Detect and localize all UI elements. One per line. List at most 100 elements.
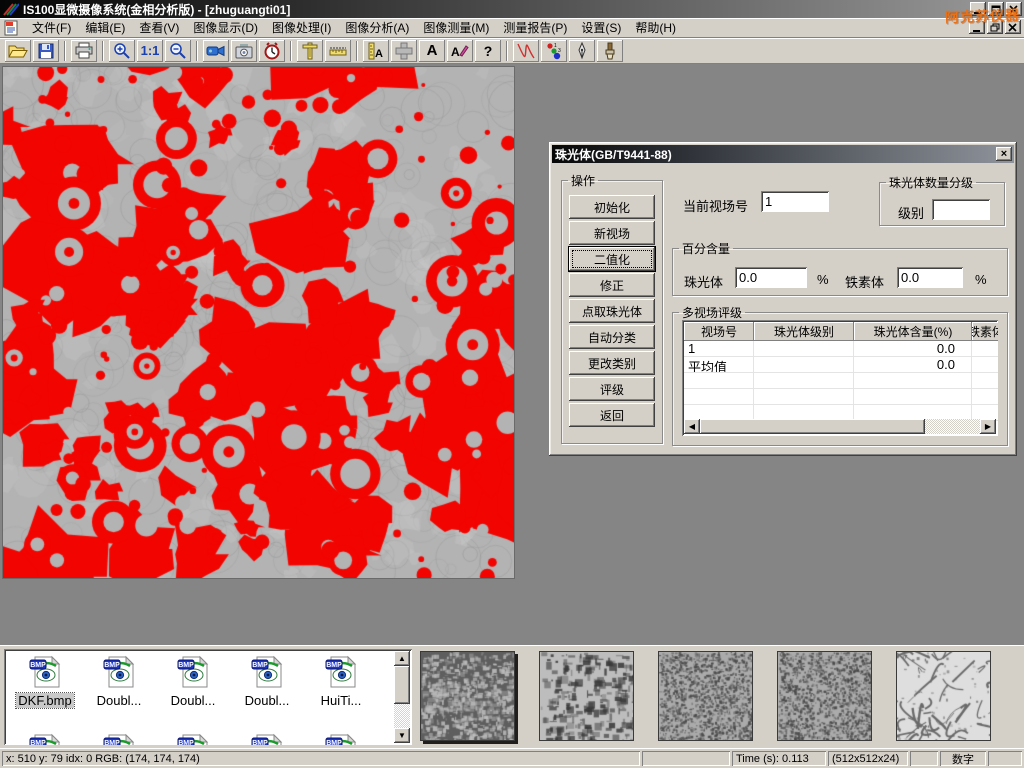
thumbnail-strip [420, 651, 991, 741]
binarize-button[interactable]: 二值化 [569, 247, 655, 271]
thumbnail-3[interactable] [658, 651, 753, 741]
dialog-close-icon[interactable]: × [996, 147, 1012, 161]
menu-image-analysis[interactable]: 图像分析(A) [338, 17, 416, 38]
svg-text:3: 3 [558, 48, 561, 54]
zoom-in-button[interactable] [109, 40, 135, 62]
save-button[interactable] [33, 40, 59, 62]
bmp-file-icon: BMP [250, 733, 284, 745]
cell [754, 389, 854, 405]
menu-view[interactable]: 查看(V) [132, 17, 186, 38]
svg-text:BMP: BMP [326, 740, 342, 745]
caliper-button[interactable] [297, 40, 323, 62]
menu-file[interactable]: 文件(F) [25, 17, 78, 38]
cell: 0.0 [854, 341, 972, 357]
text-label-button[interactable]: A [419, 40, 445, 62]
scroll-up-icon[interactable]: ▲ [394, 651, 410, 666]
hscroll-track[interactable] [925, 419, 980, 434]
thumbnail-5[interactable] [896, 651, 991, 741]
bmp-file-icon: BMP [250, 655, 284, 692]
video-camera-button[interactable] [203, 40, 229, 62]
spline-curve-button[interactable] [513, 40, 539, 62]
table-row[interactable] [684, 373, 996, 389]
file-vscrollbar[interactable]: ▲ ▼ [394, 651, 410, 743]
file-item[interactable]: BMP [82, 733, 156, 745]
image-size-readout: (512x512x24) [828, 751, 908, 766]
menu-edit[interactable]: 编辑(E) [78, 17, 132, 38]
scroll-down-icon[interactable]: ▼ [394, 728, 410, 743]
correct-button[interactable]: 修正 [569, 273, 655, 297]
menu-report[interactable]: 测量报告(P) [496, 17, 574, 38]
pearlite-percent-input[interactable] [735, 267, 807, 288]
table-row[interactable] [684, 389, 996, 405]
table-row[interactable]: 1 0.0 [684, 341, 996, 357]
file-item[interactable]: BMP DKF.bmp [8, 655, 82, 708]
pen-button[interactable] [569, 40, 595, 62]
measure-text-button[interactable]: A [363, 40, 389, 62]
file-row-clipped: BMP BMP BMP BMP BMP [8, 733, 378, 745]
text-edit-button[interactable]: A [447, 40, 473, 62]
cell [684, 389, 754, 405]
col-pearlite-percent[interactable]: 珠光体含量(%) [854, 322, 972, 341]
bottom-panel: BMP DKF.bmp BMP Doubl... BMP Doubl... BM… [0, 645, 1024, 748]
table-row[interactable]: 平均值 0.0 [684, 357, 996, 373]
file-item[interactable]: BMP Doubl... [82, 655, 156, 708]
timer-button[interactable] [259, 40, 285, 62]
open-button[interactable] [5, 40, 31, 62]
camera-button[interactable] [231, 40, 257, 62]
scroll-left-icon[interactable]: ◀ [684, 419, 700, 434]
dialog-title-bar[interactable]: 珠光体(GB/T9441-88) × [552, 145, 1014, 163]
pick-pearlite-button[interactable]: 点取珠光体 [569, 299, 655, 323]
menu-settings[interactable]: 设置(S) [574, 17, 628, 38]
zoom-out-button[interactable] [165, 40, 191, 62]
classify-dots-button[interactable]: 13 [541, 40, 567, 62]
file-item[interactable]: BMP [8, 733, 82, 745]
change-class-button[interactable]: 更改类别 [569, 351, 655, 375]
init-button[interactable]: 初始化 [569, 195, 655, 219]
auto-classify-button[interactable]: 自动分类 [569, 325, 655, 349]
current-field-input[interactable] [761, 191, 829, 212]
file-item[interactable]: BMP HuiTi... [304, 655, 378, 708]
help-button[interactable]: ? [475, 40, 501, 62]
col-field-no[interactable]: 视场号 [684, 322, 754, 341]
col-ferrite[interactable]: 铁素体 [972, 322, 998, 341]
bmp-file-icon: BMP [176, 733, 210, 745]
level-input[interactable] [932, 199, 990, 220]
file-item[interactable]: BMP Doubl... [156, 655, 230, 708]
file-item[interactable]: BMP Doubl... [230, 655, 304, 708]
file-name: Doubl... [243, 693, 292, 708]
ferrite-percent-input[interactable] [897, 267, 963, 288]
file-item[interactable]: BMP [230, 733, 304, 745]
thumbnail-1[interactable] [420, 651, 515, 741]
file-browser: BMP DKF.bmp BMP Doubl... BMP Doubl... BM… [4, 649, 412, 745]
menu-image-display[interactable]: 图像显示(D) [186, 17, 265, 38]
svg-text:BMP: BMP [178, 740, 194, 745]
ruler-button[interactable] [325, 40, 351, 62]
micrograph-image[interactable] [2, 66, 515, 579]
brush-button[interactable] [597, 40, 623, 62]
table-hscrollbar[interactable]: ◀ ▶ [684, 419, 996, 434]
svg-text:BMP: BMP [252, 740, 268, 745]
thumbnail-4[interactable] [777, 651, 872, 741]
menu-image-processing[interactable]: 图像处理(I) [265, 17, 338, 38]
thumbnail-2[interactable] [539, 651, 634, 741]
new-field-button[interactable]: 新视场 [569, 221, 655, 245]
file-item[interactable]: BMP [156, 733, 230, 745]
toolbar-separator [64, 41, 66, 61]
cell [972, 357, 998, 373]
cell [972, 341, 998, 357]
file-item[interactable]: BMP [304, 733, 378, 745]
col-pearlite-grade[interactable]: 珠光体级别 [754, 322, 854, 341]
rate-button[interactable]: 评级 [569, 377, 655, 401]
menu-help[interactable]: 帮助(H) [628, 17, 683, 38]
scroll-right-icon[interactable]: ▶ [980, 419, 996, 434]
print-button[interactable] [71, 40, 97, 62]
hscroll-thumb[interactable] [700, 419, 925, 434]
title-bar: IS100显微摄像系统(金相分析版) - [zhuguangti01] [0, 0, 1024, 18]
return-button[interactable]: 返回 [569, 403, 655, 427]
bmp-file-icon: BMP [28, 655, 62, 692]
menu-image-measure[interactable]: 图像测量(M) [416, 17, 496, 38]
vscroll-thumb[interactable] [394, 666, 410, 704]
actual-size-button[interactable]: 1:1 [137, 40, 163, 62]
pattern-grid-button[interactable] [391, 40, 417, 62]
menu-bar: 文件(F) 编辑(E) 查看(V) 图像显示(D) 图像处理(I) 图像分析(A… [0, 18, 1024, 38]
